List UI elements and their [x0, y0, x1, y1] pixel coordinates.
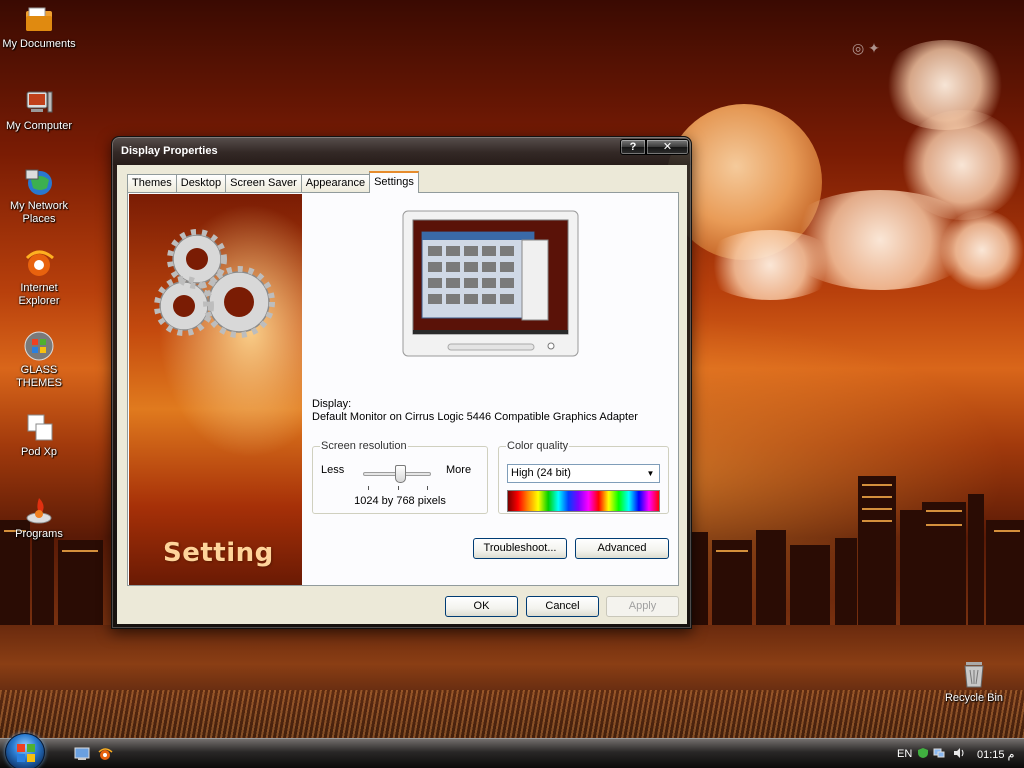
tab-appearance[interactable]: Appearance	[300, 174, 371, 193]
display-label: Display:	[312, 398, 352, 410]
window-titlebar[interactable]: Display Properties ? ✕	[112, 137, 691, 165]
chevron-down-icon[interactable]: ▼	[643, 466, 658, 481]
wallpaper-watermark: ◎ ✦	[852, 40, 880, 56]
tab-strip: Themes Desktop Screen Saver Appearance S…	[127, 171, 419, 193]
desktop-icon-glass-themes[interactable]: GLASS THEMES	[0, 330, 78, 390]
clock[interactable]: 01:15 م	[977, 748, 1014, 761]
desktop-icon-label: Pod Xp	[20, 446, 58, 458]
taskbar: EN 01:15 م	[0, 733, 1024, 768]
windows-logo-icon	[17, 744, 35, 762]
display-properties-window: Display Properties ? ✕ Themes Desktop Sc…	[111, 136, 692, 629]
desktop-icon-programs[interactable]: Programs	[0, 494, 78, 541]
window-title: Display Properties	[121, 145, 218, 157]
tab-settings[interactable]: Settings	[369, 171, 419, 193]
desktop-icon-recycle-bin[interactable]: Recycle Bin	[935, 658, 1013, 705]
side-image-title: Setting	[163, 538, 274, 568]
desktop-icon-my-network-places[interactable]: My Network Places	[0, 166, 78, 226]
slider-ticks	[368, 486, 428, 490]
internet-explorer-icon[interactable]	[97, 747, 113, 761]
desktop-icon-my-computer[interactable]: My Computer	[0, 86, 78, 133]
start-button[interactable]	[5, 733, 45, 768]
troubleshoot-button[interactable]: Troubleshoot...	[473, 538, 567, 559]
desktop-icon-pod-xp[interactable]: Pod Xp	[0, 412, 78, 459]
pod-xp-icon	[27, 414, 53, 441]
window-client-area: Themes Desktop Screen Saver Appearance S…	[117, 165, 687, 624]
color-spectrum-bar	[507, 490, 660, 512]
desktop-icon-label: Programs	[15, 528, 63, 540]
desktop-icon-label: My Network Places	[9, 200, 69, 225]
advanced-button[interactable]: Advanced	[575, 538, 669, 559]
desktop-icon-label: Internet Explorer	[18, 282, 60, 307]
close-button[interactable]: ✕	[646, 139, 689, 155]
show-desktop-icon[interactable]	[74, 747, 90, 761]
windows-logo-icon	[24, 331, 54, 361]
internet-explorer-icon	[25, 250, 54, 276]
color-quality-selected: High (24 bit)	[511, 467, 571, 479]
slider-more-label: More	[446, 464, 472, 476]
gears-icon	[154, 229, 275, 338]
computer-icon	[26, 91, 53, 113]
monitor-preview	[402, 210, 579, 357]
desktop-icon-label: My Documents	[2, 38, 76, 50]
slider-less-label: Less	[321, 464, 345, 476]
volume-icon[interactable]	[953, 747, 965, 759]
resolution-value: 1024 by 768 pixels	[354, 495, 446, 507]
programs-icon	[26, 498, 52, 524]
desktop-icon-label: Recycle Bin	[944, 692, 1004, 704]
desktop-icon-internet-explorer[interactable]: Internet Explorer	[0, 248, 78, 308]
wallpaper-cloud	[940, 210, 1024, 290]
help-button[interactable]: ?	[620, 139, 646, 155]
desktop-icon-label: GLASS THEMES	[16, 364, 62, 389]
color-quality-legend: Color quality	[507, 440, 569, 452]
desktop-icon-label: My Computer	[5, 120, 73, 132]
tab-themes[interactable]: Themes	[127, 174, 177, 193]
ok-button[interactable]: OK	[445, 596, 518, 617]
wallpaper-cloud	[700, 230, 840, 300]
tab-desktop[interactable]: Desktop	[175, 174, 227, 193]
wallpaper-grass	[0, 690, 1024, 738]
resolution-slider-thumb[interactable]	[394, 465, 406, 483]
recycle-bin-icon	[964, 662, 984, 688]
security-shield-icon[interactable]	[917, 747, 929, 759]
tab-screen-saver[interactable]: Screen Saver	[225, 174, 302, 193]
color-quality-group: Color quality High (24 bit) ▼	[498, 440, 669, 514]
network-icon[interactable]	[933, 747, 945, 759]
settings-panel: Setting Display: Default Monitor on Cirr…	[127, 192, 679, 586]
screen-resolution-group: Screen resolution Less More 1024 by 768 …	[312, 440, 488, 514]
network-places-icon	[25, 169, 52, 195]
cancel-button[interactable]: Cancel	[526, 596, 599, 617]
settings-side-image: Setting	[129, 194, 302, 585]
color-quality-select[interactable]: High (24 bit) ▼	[507, 464, 660, 483]
screen-resolution-legend: Screen resolution	[321, 440, 407, 452]
folder-documents-icon	[26, 7, 52, 31]
display-adapter-value: Default Monitor on Cirrus Logic 5446 Com…	[312, 411, 638, 423]
desktop-icon-my-documents[interactable]: My Documents	[0, 4, 78, 51]
apply-button[interactable]: Apply	[606, 596, 679, 617]
language-indicator[interactable]: EN	[897, 748, 912, 760]
